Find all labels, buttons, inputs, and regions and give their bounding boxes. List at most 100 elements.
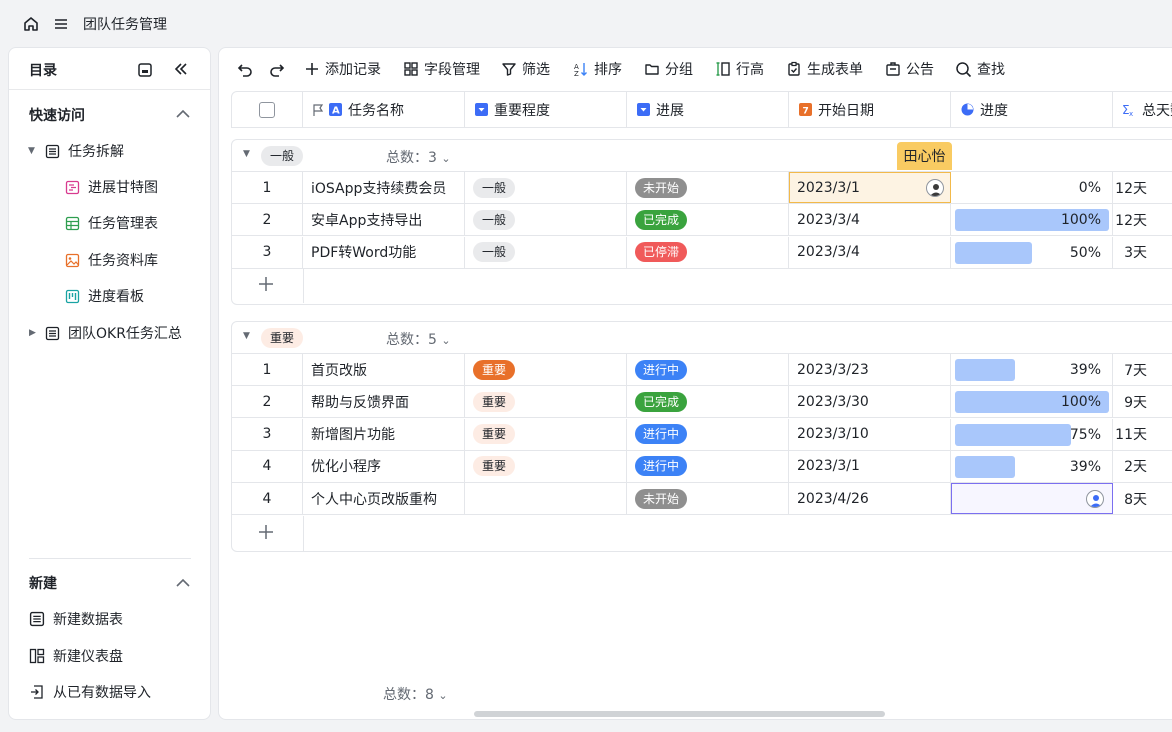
column-header-name[interactable]: A 任务名称 bbox=[303, 92, 465, 127]
progress-cell[interactable]: 39% bbox=[951, 354, 1113, 385]
dashboard-icon bbox=[29, 648, 45, 664]
start-date-cell[interactable]: 2023/3/4 bbox=[789, 204, 951, 236]
generate-form-button[interactable]: 生成表单 bbox=[786, 59, 863, 79]
table-row[interactable]: 4 优化小程序 重要 进行中 2023/3/1 39% 2天 bbox=[232, 450, 1172, 483]
row-height-button[interactable]: 行高 bbox=[715, 59, 764, 79]
sidebar-item-kanban[interactable]: 进度看板 bbox=[65, 284, 144, 308]
search-icon bbox=[956, 61, 972, 77]
import-data-button[interactable]: 从已有数据导入 bbox=[29, 680, 151, 704]
sort-button[interactable]: AZ 排序 bbox=[573, 59, 622, 79]
status-cell[interactable]: 已停滞 bbox=[627, 236, 789, 268]
group-button[interactable]: 分组 bbox=[644, 59, 693, 79]
importance-cell[interactable] bbox=[465, 483, 627, 515]
table-row[interactable]: 2 安卓App支持导出 一般 已完成 2023/3/4 100% 12天 bbox=[232, 204, 1172, 237]
status-cell[interactable]: 未开始 bbox=[627, 483, 789, 515]
task-name-cell[interactable]: 个人中心页改版重构 bbox=[303, 483, 465, 515]
collapse-group-icon[interactable]: ▼ bbox=[243, 331, 250, 341]
search-button[interactable]: 查找 bbox=[955, 59, 1005, 79]
table-row[interactable]: 4 个人中心页改版重构 未开始 2023/4/26 8天 bbox=[232, 483, 1172, 516]
status-cell[interactable]: 进行中 bbox=[627, 418, 789, 450]
expand-right-icon[interactable]: ▶ bbox=[29, 328, 36, 338]
task-name-cell[interactable]: iOSApp支持续费会员 bbox=[303, 172, 465, 203]
progress-cell[interactable]: 0% bbox=[951, 172, 1113, 203]
start-date-cell[interactable]: 2023/3/23 bbox=[789, 354, 951, 385]
column-header-importance[interactable]: 重要程度 bbox=[465, 92, 627, 127]
add-record-button[interactable]: 添加记录 bbox=[304, 59, 381, 79]
table-row[interactable]: 1 首页改版 重要 进行中 2023/3/23 39% 7天 bbox=[232, 354, 1172, 386]
importance-cell[interactable]: 重要 bbox=[465, 386, 627, 418]
status-cell[interactable]: 已完成 bbox=[627, 204, 789, 236]
sidebar-item-task-library[interactable]: 任务资料库 bbox=[65, 248, 158, 272]
total-days: 11天 bbox=[1115, 427, 1147, 444]
sidebar-item-task-table[interactable]: 任务管理表 bbox=[65, 211, 158, 235]
group-count[interactable]: 总数：5 ⌄ bbox=[386, 329, 451, 349]
progress-cell[interactable]: 100% bbox=[951, 204, 1113, 236]
importance-cell[interactable]: 重要 bbox=[465, 450, 627, 482]
task-name-cell[interactable]: 安卓App支持导出 bbox=[303, 204, 465, 236]
start-date-cell[interactable]: 2023/3/1 bbox=[789, 172, 951, 203]
collapse-group-icon[interactable]: ▼ bbox=[243, 149, 250, 159]
redo-icon[interactable] bbox=[268, 59, 286, 79]
status-cell[interactable]: 未开始 bbox=[627, 172, 789, 203]
status-cell[interactable]: 已完成 bbox=[627, 386, 789, 418]
importance-cell[interactable]: 一般 bbox=[465, 204, 627, 236]
task-name-cell[interactable]: PDF转Word功能 bbox=[303, 236, 465, 268]
total-count[interactable]: 总数：8 ⌄ bbox=[383, 684, 448, 704]
column-header-start-date[interactable]: 7 开始日期 bbox=[789, 92, 951, 127]
group-count[interactable]: 总数：3 ⌄ bbox=[386, 147, 451, 167]
chevron-up-icon[interactable] bbox=[175, 108, 191, 120]
undo-icon[interactable] bbox=[236, 59, 254, 79]
start-date-cell[interactable]: 2023/3/1 bbox=[789, 450, 951, 482]
start-date-cell[interactable]: 2023/4/26 bbox=[789, 483, 951, 515]
new-datatable-button[interactable]: 新建数据表 bbox=[29, 607, 123, 631]
progress-cell[interactable]: 39% bbox=[951, 450, 1113, 482]
status-cell[interactable]: 进行中 bbox=[627, 354, 789, 385]
collapse-sidebar-icon[interactable] bbox=[173, 61, 189, 77]
start-date-cell[interactable]: 2023/3/10 bbox=[789, 418, 951, 450]
add-row-button[interactable] bbox=[232, 268, 1172, 303]
task-name-cell[interactable]: 首页改版 bbox=[303, 354, 465, 385]
notice-label: 公告 bbox=[906, 62, 934, 78]
task-name-cell[interactable]: 新增图片功能 bbox=[303, 418, 465, 450]
notice-button[interactable]: 公告 bbox=[885, 59, 934, 79]
group-header[interactable]: ▼ 一般 总数：3 ⌄ bbox=[232, 140, 1172, 172]
avatar[interactable] bbox=[926, 179, 944, 197]
sidebar-item-gantt[interactable]: 进展甘特图 bbox=[65, 175, 158, 199]
sidebar-item-task-breakdown[interactable]: 任务拆解 bbox=[45, 139, 124, 163]
menu-icon[interactable] bbox=[52, 15, 70, 33]
progress-cell[interactable]: 50% bbox=[951, 236, 1113, 268]
column-header-progress[interactable]: 进度 bbox=[951, 92, 1113, 127]
select-all-checkbox[interactable] bbox=[259, 101, 275, 118]
column-header-status[interactable]: 进展 bbox=[627, 92, 789, 127]
column-header-total-days[interactable]: Σx 总天数 bbox=[1113, 92, 1172, 127]
importance-cell[interactable]: 重要 bbox=[465, 418, 627, 450]
progress-cell[interactable]: 75% bbox=[951, 418, 1113, 450]
progress-cell[interactable] bbox=[951, 483, 1113, 515]
avatar[interactable] bbox=[1086, 490, 1104, 509]
expand-down-icon[interactable]: ▼ bbox=[28, 146, 35, 156]
plus-icon bbox=[306, 63, 318, 75]
horizontal-scrollbar[interactable] bbox=[474, 711, 885, 717]
table-row[interactable]: 1 iOSApp支持续费会员 一般 未开始 2023/3/1 0% 12天 bbox=[232, 172, 1172, 204]
chevron-up-icon[interactable] bbox=[175, 577, 191, 589]
group-header[interactable]: ▼ 重要 总数：5 ⌄ bbox=[232, 322, 1172, 354]
table-row[interactable]: 2 帮助与反馈界面 重要 已完成 2023/3/30 100% 9天 bbox=[232, 386, 1172, 419]
panel-icon[interactable] bbox=[137, 62, 153, 78]
new-dashboard-button[interactable]: 新建仪表盘 bbox=[29, 644, 123, 668]
sidebar-item-okr[interactable]: 团队OKR任务汇总 bbox=[45, 321, 182, 345]
importance-cell[interactable]: 重要 bbox=[465, 354, 627, 385]
task-name-cell[interactable]: 帮助与反馈界面 bbox=[303, 386, 465, 418]
home-icon[interactable] bbox=[22, 15, 40, 33]
table-row[interactable]: 3 PDF转Word功能 一般 已停滞 2023/3/4 50% 3天 bbox=[232, 236, 1172, 269]
progress-cell[interactable]: 100% bbox=[951, 386, 1113, 418]
task-name-cell[interactable]: 优化小程序 bbox=[303, 450, 465, 482]
status-cell[interactable]: 进行中 bbox=[627, 450, 789, 482]
start-date-cell[interactable]: 2023/3/30 bbox=[789, 386, 951, 418]
filter-button[interactable]: 筛选 bbox=[501, 59, 550, 79]
table-row[interactable]: 3 新增图片功能 重要 进行中 2023/3/10 75% 11天 bbox=[232, 418, 1172, 451]
add-row-button[interactable] bbox=[232, 516, 1172, 551]
start-date-cell[interactable]: 2023/3/4 bbox=[789, 236, 951, 268]
field-manage-button[interactable]: 字段管理 bbox=[403, 59, 480, 79]
importance-cell[interactable]: 一般 bbox=[465, 236, 627, 268]
importance-cell[interactable]: 一般 bbox=[465, 172, 627, 203]
